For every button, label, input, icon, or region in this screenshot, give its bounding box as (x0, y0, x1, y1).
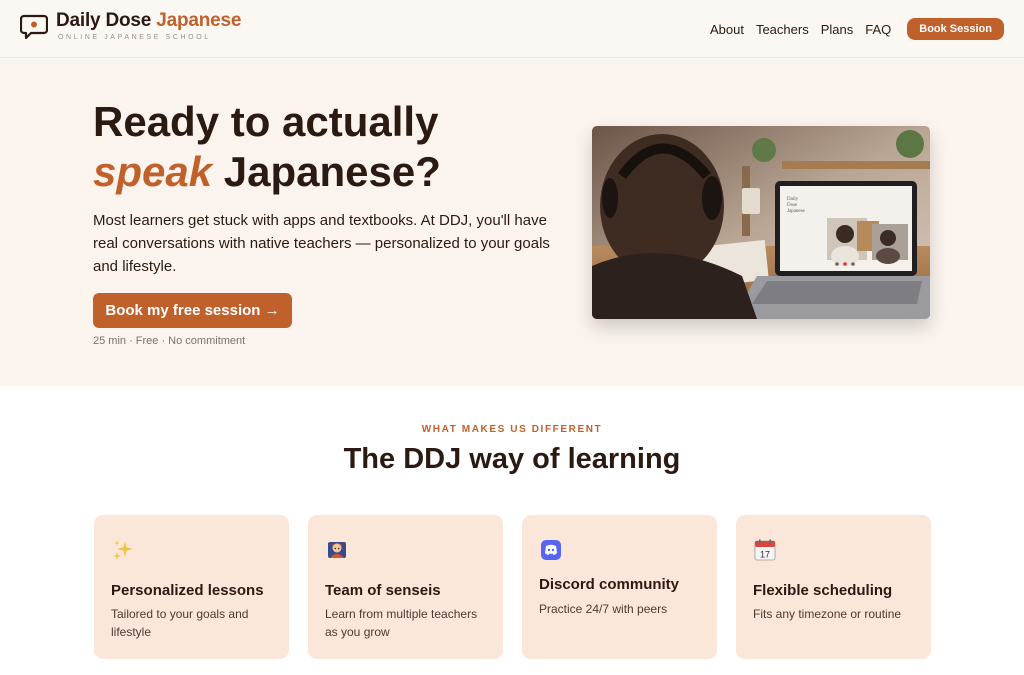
top-nav: Daily Dose Japanese ONLINE JAPANESE SCHO… (0, 0, 1024, 58)
hero-meta-text: 25 min · Free · No commitment (93, 335, 246, 347)
book-session-button[interactable]: Book Session (907, 18, 1004, 40)
svg-text:Dose: Dose (787, 203, 798, 208)
feature-card-discord: Discord community Practice 24/7 with pee… (522, 515, 717, 659)
brand-logo[interactable]: Daily Dose Japanese ONLINE JAPANESE SCHO… (20, 10, 241, 41)
feature-card-desc: Tailored to your goals and lifestyle (111, 607, 249, 639)
calendar-icon: 17 (754, 539, 776, 561)
feature-card-senseis: Team of senseis Learn from multiple teac… (308, 515, 503, 659)
nav-link-plans[interactable]: Plans (821, 22, 854, 37)
section-eyebrow: WHAT MAKES US DIFFERENT (421, 424, 603, 435)
brand-tagline: ONLINE JAPANESE SCHOOL (58, 34, 211, 41)
feature-card-title: Discord community (539, 576, 680, 593)
hero-video-call-photo: Daily Dose Japanese (592, 126, 930, 319)
feature-card-title: Flexible scheduling (753, 582, 893, 599)
feature-card-desc: Fits any timezone or routine (753, 607, 902, 621)
hero-description: Most learners get stuck with apps and te… (93, 212, 550, 275)
section-title: The DDJ way of learning (343, 443, 681, 475)
svg-text:Japanese: Japanese (787, 209, 806, 214)
nav-link-about[interactable]: About (710, 22, 744, 37)
feature-card-personalized: Personalized lessons Tailored to your go… (94, 515, 289, 659)
feature-card-desc: Learn from multiple teachers as you grow (325, 607, 478, 639)
video-call-illustration: Daily Dose Japanese (592, 126, 930, 319)
hero-title-emphasis: speak (93, 148, 213, 195)
book-free-session-button[interactable]: Book my free session → (93, 293, 292, 328)
teacher-icon (328, 542, 346, 558)
brand-name: Daily Dose Japanese (56, 10, 242, 31)
nav-links: About Teachers Plans FAQ Book Session (698, 18, 1004, 40)
feature-card-title: Team of senseis (325, 582, 441, 599)
hero-section: Ready to actually speak Japanese? Most l… (0, 59, 1024, 386)
feature-cards: Personalized lessons Tailored to your go… (94, 515, 950, 659)
chat-bubble-icon (20, 14, 48, 40)
svg-text:Daily: Daily (787, 197, 799, 202)
calendar-day-text: 17 (760, 550, 770, 560)
discord-icon (541, 540, 561, 560)
feature-card-scheduling: 17 Flexible scheduling Fits any timezone… (736, 515, 931, 659)
feature-card-desc: Practice 24/7 with peers (539, 602, 668, 616)
sparkles-icon (113, 540, 133, 560)
feature-card-title: Personalized lessons (111, 582, 264, 599)
hero-title: Ready to actually speak Japanese? (93, 98, 441, 195)
nav-link-faq[interactable]: FAQ (865, 22, 891, 37)
nav-link-teachers[interactable]: Teachers (756, 22, 809, 37)
